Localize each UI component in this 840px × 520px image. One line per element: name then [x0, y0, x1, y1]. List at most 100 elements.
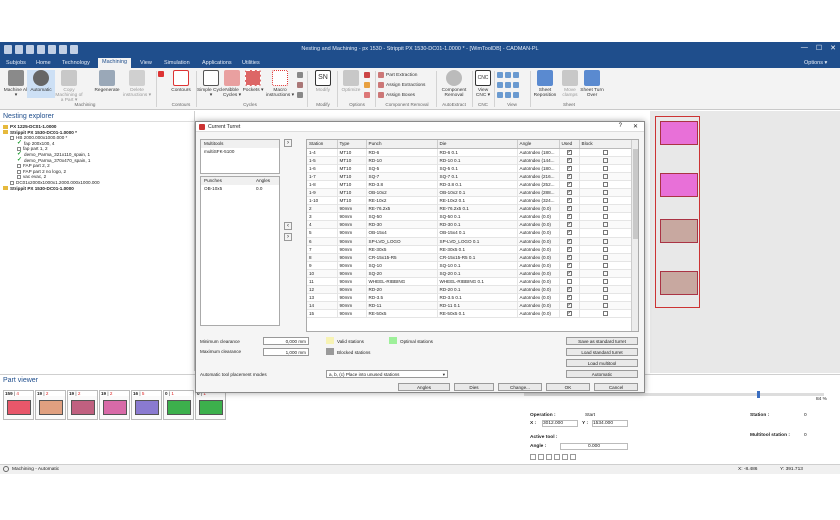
used-checkbox[interactable]	[566, 254, 572, 260]
assign-boxes-button[interactable]: Assign Boxes	[378, 92, 415, 98]
change-button[interactable]: Change...	[498, 383, 542, 391]
close-window-button[interactable]: ✕	[830, 44, 836, 52]
table-row[interactable]: 15 90mm RE-50x5 RE-50x5 0.1 AutoIndex (0.0)	[307, 309, 633, 319]
ps-icon[interactable]	[364, 72, 370, 78]
table-row[interactable]: 7 90mm RE-30x5 RE-30x5 0.1 AutoIndex (0.0)	[307, 245, 633, 254]
punch-item[interactable]: OB-10x5 0.0	[201, 185, 279, 193]
sheet-turn-over-button[interactable]: Sheet Turn Over	[578, 70, 606, 98]
block-checkbox[interactable]	[603, 279, 608, 285]
used-checkbox[interactable]	[566, 181, 572, 187]
assign-extractions-button[interactable]: Assign Extractions	[378, 82, 425, 88]
view-tool-icon[interactable]	[497, 82, 519, 88]
table-row[interactable]: 1-10 MT10 RE-10x2 RE-10x2 0.1 AutoIndex (324…	[307, 196, 633, 206]
minimize-button[interactable]: —	[801, 44, 808, 52]
table-row[interactable]: 1-4 MT10 RD-6 RD-6 0.1 AutoIndex (180...	[307, 148, 633, 157]
contours-button[interactable]: Contours	[167, 70, 195, 93]
tab-subjobs[interactable]: Subjobs	[2, 59, 30, 67]
block-checkbox[interactable]	[603, 287, 608, 293]
table-row[interactable]: 5 90mm OB-15x4 OB-15x4 0.1 AutoIndex (0.0)	[307, 228, 633, 238]
table-scrollbar[interactable]	[631, 140, 638, 331]
stop-icon[interactable]	[554, 454, 560, 460]
delete-instructions-button[interactable]: Delete instructions ▾	[123, 70, 151, 98]
tab-home[interactable]: Home	[32, 59, 55, 67]
tab-technology[interactable]: Technology	[58, 59, 94, 67]
table-row[interactable]: 12 90mm RD-20 RD-20 0.1 AutoIndex (0.0)	[307, 285, 633, 295]
block-checkbox[interactable]	[603, 149, 608, 155]
column-header-die[interactable]: Die	[437, 140, 518, 149]
column-header-station[interactable]: Station	[307, 140, 338, 149]
block-checkbox[interactable]	[603, 190, 608, 196]
block-checkbox[interactable]	[603, 311, 608, 317]
table-row[interactable]: 6 90mm SP-LVD_LOGO SP-LVD_LOGO 0.1 AutoIndex…	[307, 237, 633, 246]
view-tool-icon[interactable]	[497, 72, 519, 78]
optimize-button[interactable]: Optimize	[338, 70, 364, 93]
block-checkbox[interactable]	[603, 254, 608, 260]
part-viewer-cell[interactable]: 0 | 1	[195, 390, 226, 420]
used-checkbox[interactable]	[566, 197, 572, 204]
used-checkbox[interactable]	[566, 173, 572, 179]
part-viewer-cell[interactable]: 159 | 4	[3, 390, 34, 420]
block-checkbox[interactable]	[603, 157, 608, 163]
table-row[interactable]: 13 90mm RD-3.5 RD-3.5 0.1 AutoIndex (0.0)	[307, 293, 633, 303]
pockets-button[interactable]: Pockets ▾	[239, 70, 267, 93]
sheet-view[interactable]	[650, 111, 840, 373]
play-icon[interactable]	[530, 454, 536, 460]
step-back-icon[interactable]	[538, 454, 544, 460]
used-checkbox[interactable]	[566, 149, 572, 155]
used-checkbox[interactable]	[566, 221, 572, 228]
used-checkbox[interactable]	[566, 286, 572, 293]
column-header-punch[interactable]: Punch	[366, 140, 438, 149]
block-checkbox[interactable]	[603, 214, 608, 220]
help-button[interactable]: ?	[619, 123, 622, 129]
table-row[interactable]: 10 90mm SQ-20 SQ-20 0.1 AutoIndex (0.0)	[307, 269, 633, 279]
block-checkbox[interactable]	[603, 165, 608, 171]
table-row[interactable]: 1-6 MT10 SQ-5 SQ-5 0.1 AutoIndex (180...	[307, 164, 633, 173]
placement-mode-select[interactable]: a, b, (c) Place into unused stations ▾	[326, 370, 448, 378]
save-standard-turret-button[interactable]: Save as standard turret	[566, 337, 638, 345]
part-extraction-button[interactable]: Part Extraction	[378, 72, 417, 78]
simulation-progress-handle[interactable]	[757, 391, 760, 398]
used-checkbox[interactable]	[566, 157, 572, 163]
part-viewer-cell[interactable]: 16 | 5	[131, 390, 162, 420]
scrollbar-thumb[interactable]	[633, 149, 638, 239]
stations-table[interactable]: Station Type Punch Die Angle Used Block 1-4 MT1…	[306, 139, 639, 332]
part-viewer-cell[interactable]: 0 | 1	[163, 390, 194, 420]
load-standard-turret-button[interactable]: Load standard turret	[566, 348, 638, 356]
column-header-block[interactable]: Block	[579, 140, 633, 149]
automatic-turret-button[interactable]: Automatic	[566, 370, 638, 378]
table-row[interactable]: 3 90mm SQ-50 SQ-50 0.1 AutoIndex (0.0)	[307, 212, 633, 222]
view-tool-icon[interactable]	[497, 92, 519, 98]
block-checkbox[interactable]	[603, 270, 608, 276]
used-checkbox[interactable]	[566, 189, 572, 196]
options-menu[interactable]: Options ▾	[800, 59, 831, 67]
step-forward-icon[interactable]	[546, 454, 552, 460]
cancel-button[interactable]: Cancel	[594, 383, 638, 391]
cycle-tool-icon[interactable]	[297, 72, 303, 78]
cycle-tool-icon[interactable]	[297, 82, 303, 88]
rewind-icon[interactable]	[562, 454, 568, 460]
tab-applications[interactable]: Applications	[198, 59, 236, 67]
block-checkbox[interactable]	[603, 206, 608, 212]
modify-button[interactable]: SN Modify	[310, 70, 336, 93]
max-clearance-input[interactable]: 1,000 mm	[263, 348, 309, 356]
view-cnc-button[interactable]: CNC View CNC ▾	[473, 70, 493, 98]
tab-view[interactable]: View	[136, 59, 156, 67]
table-row[interactable]: 1-9 MT10 OB-10x2 OB-10x2 0.1 AutoIndex (288.…	[307, 188, 633, 198]
used-checkbox[interactable]	[566, 238, 572, 244]
block-checkbox[interactable]	[603, 246, 608, 252]
block-checkbox[interactable]	[603, 295, 608, 301]
fast-forward-icon[interactable]	[570, 454, 576, 460]
part-viewer-cell[interactable]: 19 | 2	[67, 390, 98, 420]
ps-icon[interactable]	[364, 92, 370, 98]
dialog-close-button[interactable]: ✕	[633, 123, 638, 130]
tree-item[interactable]: Strippit PX 1530-DC01-1.0000	[3, 186, 191, 192]
simulation-progress-track[interactable]	[524, 393, 824, 396]
block-checkbox[interactable]	[603, 230, 608, 236]
copy-machining-button[interactable]: Copy Machining of a Part ▾	[55, 70, 83, 103]
move-left-arrow-icon[interactable]: ‹	[284, 222, 292, 230]
column-header-used[interactable]: Used	[559, 140, 580, 149]
part-viewer-cell[interactable]: 19 | 2	[35, 390, 66, 420]
block-checkbox[interactable]	[603, 198, 608, 204]
move-right-arrow-icon[interactable]: ›	[284, 233, 292, 241]
block-checkbox[interactable]	[603, 303, 608, 309]
